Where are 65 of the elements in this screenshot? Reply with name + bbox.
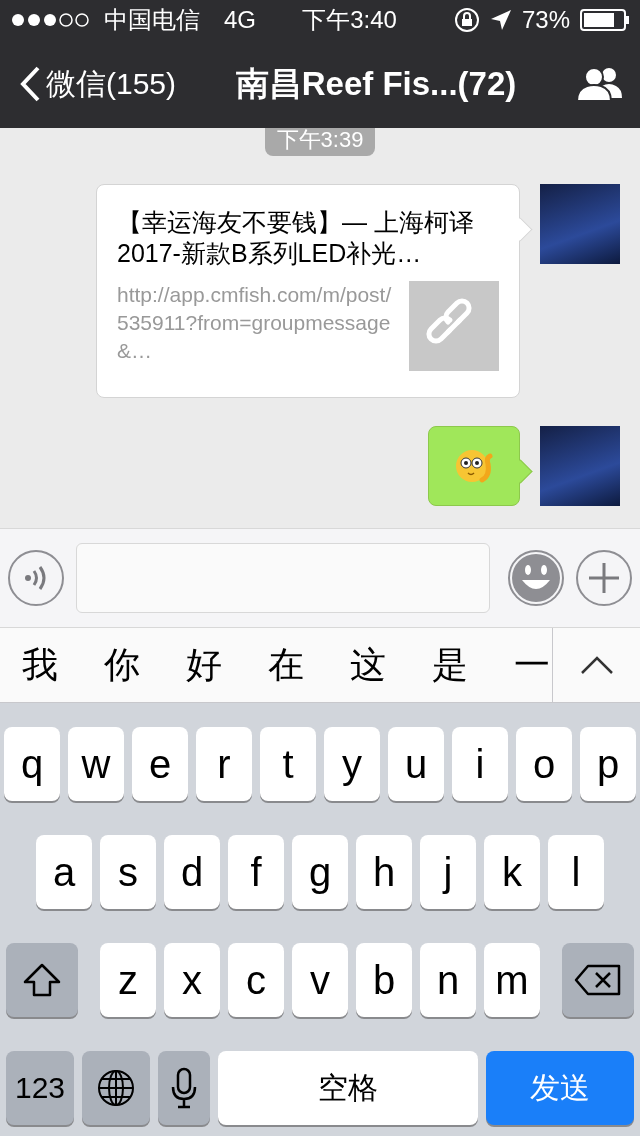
letter-key[interactable]: j	[420, 835, 476, 909]
back-chevron-icon	[20, 66, 40, 102]
caret-up-icon	[579, 655, 614, 675]
candidate-word[interactable]: 你	[104, 640, 140, 690]
language-switch-key[interactable]	[82, 1051, 150, 1125]
candidate-word[interactable]: 我	[22, 640, 58, 690]
candidate-word[interactable]: 这	[350, 640, 386, 690]
more-options-button[interactable]	[576, 550, 632, 606]
letter-key[interactable]: q	[4, 727, 60, 801]
letter-key[interactable]: g	[292, 835, 348, 909]
candidate-word[interactable]: 一	[514, 640, 550, 690]
backspace-key[interactable]	[562, 943, 634, 1017]
plus-icon	[587, 561, 621, 595]
carrier-name: 中国电信	[104, 5, 200, 35]
letter-key[interactable]: w	[68, 727, 124, 801]
space-key[interactable]: 空格	[218, 1051, 478, 1125]
letter-key[interactable]: o	[516, 727, 572, 801]
letter-key[interactable]: n	[420, 943, 476, 1017]
link-title: 【幸运海友不要钱】— 上海柯译2017-新款B系列LED补光…	[117, 207, 475, 269]
letter-key[interactable]: a	[36, 835, 92, 909]
letter-key[interactable]: h	[356, 835, 412, 909]
status-time: 下午3:40	[302, 6, 397, 33]
letter-key[interactable]: f	[228, 835, 284, 909]
letter-key[interactable]: t	[260, 727, 316, 801]
candidate-word[interactable]: 在	[268, 640, 304, 690]
globe-icon	[97, 1069, 135, 1107]
chat-title: 南昌Reef Fis...(72)	[234, 63, 518, 104]
message-timestamp: 下午3:39	[264, 128, 376, 156]
battery-icon	[580, 9, 630, 31]
rotation-lock-icon	[453, 7, 480, 33]
letter-key[interactable]: s	[100, 835, 156, 909]
back-button[interactable]: 微信(155)	[20, 63, 177, 105]
letter-key[interactable]: u	[388, 727, 444, 801]
letter-key[interactable]: k	[484, 835, 540, 909]
letter-key[interactable]: d	[164, 835, 220, 909]
location-arrow-icon	[489, 9, 512, 31]
number-mode-key[interactable]: 123	[6, 1051, 74, 1125]
network-type: 4G	[224, 6, 256, 34]
voice-input-button[interactable]	[8, 550, 64, 606]
letter-key[interactable]: x	[164, 943, 220, 1017]
letter-key[interactable]: r	[196, 727, 252, 801]
battery-percentage: 73%	[521, 6, 570, 34]
letter-key[interactable]: z	[100, 943, 156, 1017]
backspace-icon	[574, 964, 622, 996]
candidate-word[interactable]: 是	[432, 640, 468, 690]
letter-key[interactable]: e	[132, 727, 188, 801]
emoji-button[interactable]	[508, 550, 564, 606]
letter-key[interactable]: c	[228, 943, 284, 1017]
shift-arrow-icon	[23, 963, 61, 997]
shift-key[interactable]	[6, 943, 78, 1017]
candidate-word[interactable]: 好	[186, 640, 222, 690]
letter-key[interactable]: p	[580, 727, 636, 801]
send-button[interactable]: 发送	[486, 1051, 634, 1125]
microphone-icon	[171, 1067, 197, 1109]
letter-key[interactable]: y	[324, 727, 380, 801]
group-members-icon[interactable]	[576, 66, 624, 102]
letter-key[interactable]: b	[356, 943, 412, 1017]
message-input-field[interactable]	[76, 543, 490, 613]
smiley-face-icon	[510, 552, 562, 604]
letter-key[interactable]: m	[484, 943, 540, 1017]
letter-key[interactable]: i	[452, 727, 508, 801]
letter-key[interactable]: v	[292, 943, 348, 1017]
dictation-key[interactable]	[158, 1051, 210, 1125]
link-url: http://app.cmfish.com/m/post/535911?from=groupmessage&…	[117, 282, 393, 364]
letter-key[interactable]: l	[548, 835, 604, 909]
